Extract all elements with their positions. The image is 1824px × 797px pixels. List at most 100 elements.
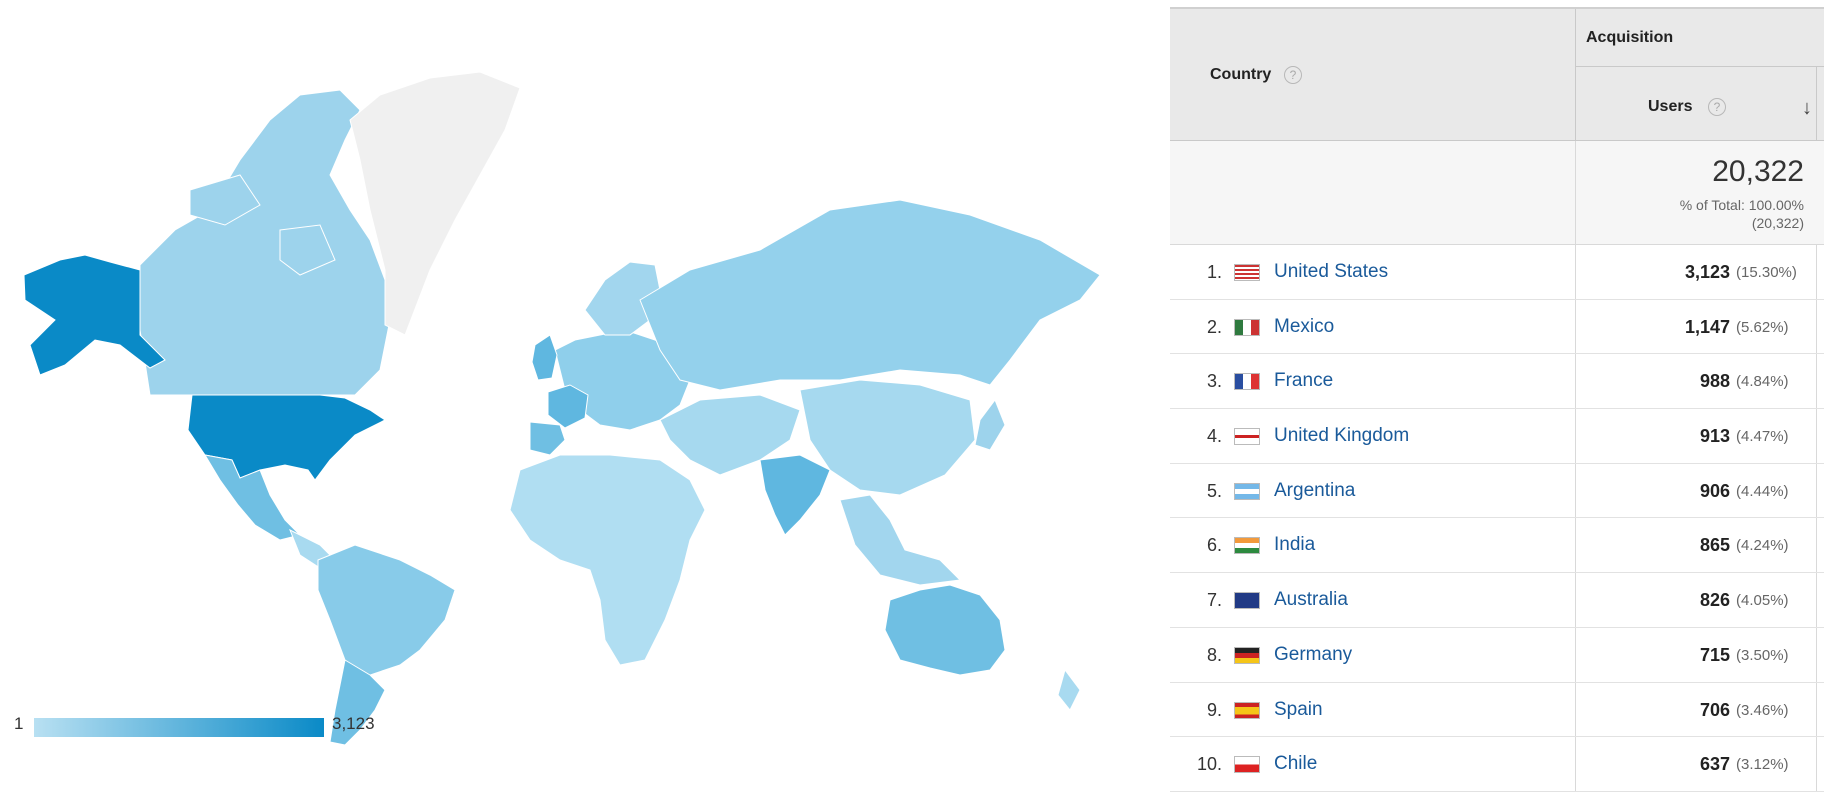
total-users-absolute: (20,322) [1751,215,1804,231]
map-region-spain[interactable] [529,421,566,456]
country-column-header[interactable]: Country ? [1170,9,1576,141]
map-region-united-kingdom[interactable] [531,334,558,381]
country-cell: 9. Spain [1170,682,1576,737]
flag-gb-icon [1234,428,1260,446]
users-value: 826 [1699,590,1730,611]
table-row: 4. United Kingdom 913 (4.47%) [1170,409,1824,464]
country-cell: 6. India [1170,518,1576,573]
country-help-icon[interactable]: ? [1284,66,1302,84]
row-rank: 3. [1206,371,1222,392]
country-table: Country ? Acquisition Users ? ↓ 20,322 %… [1170,7,1824,797]
world-map[interactable] [0,0,1120,797]
map-region-south-america[interactable] [317,544,456,691]
users-header-label: Users [1648,98,1693,115]
map-region-japan[interactable] [974,398,1006,451]
column-divider [1816,354,1817,409]
flag-ar-icon [1234,482,1260,500]
map-region-india[interactable] [759,454,831,536]
acquisition-group-header: Acquisition [1576,9,1824,67]
table-row: 2. Mexico 1,147 (5.62%) [1170,299,1824,355]
country-link[interactable]: Argentina [1274,480,1355,502]
column-divider [1816,682,1817,737]
map-region-australia[interactable] [884,584,1006,676]
geo-map-panel: 1 3,123 [0,0,1120,797]
row-rank: 2. [1206,316,1222,337]
country-link[interactable]: Australia [1274,589,1348,611]
row-rank: 1. [1206,262,1222,282]
map-region-canada[interactable] [139,89,391,396]
users-value: 865 [1699,535,1730,556]
table-body: 1. United States 3,123 (15.30%) 2. Mexic… [1170,245,1824,792]
table-row: 9. Spain 706 (3.46%) [1170,682,1824,738]
country-link[interactable]: United Kingdom [1274,425,1409,447]
country-cell: 2. Mexico [1170,299,1576,354]
column-divider [1816,627,1817,682]
users-percent: (3.12%) [1736,756,1789,774]
country-link[interactable]: Germany [1274,644,1352,666]
country-link[interactable]: Mexico [1274,316,1334,338]
users-percent: (4.84%) [1736,373,1789,391]
map-region-new-zealand[interactable] [1057,668,1081,711]
users-percent: (3.46%) [1736,701,1789,719]
map-region-africa[interactable] [509,454,706,666]
country-link[interactable]: India [1274,534,1315,556]
row-rank: 6. [1206,535,1222,556]
country-cell: 7. Australia [1170,573,1576,627]
table-header: Country ? Acquisition Users ? ↓ [1170,7,1824,141]
users-percent: (5.62%) [1736,318,1789,336]
row-rank: 4. [1206,426,1222,447]
table-row: 6. India 865 (4.24%) [1170,518,1824,574]
column-divider [1816,299,1817,354]
country-link[interactable]: Chile [1274,753,1317,775]
users-help-icon[interactable]: ? [1708,98,1726,116]
totals-label-cell [1170,141,1576,245]
users-percent: (4.47%) [1736,428,1789,446]
sort-descending-icon[interactable]: ↓ [1802,97,1812,120]
map-region-france[interactable] [547,384,589,429]
flag-es-icon [1234,701,1260,719]
total-users-value: 20,322 [1712,155,1804,188]
legend-gradient-bar [34,718,324,737]
row-rank: 7. [1206,590,1222,611]
country-cell: 10. Chile [1170,737,1576,791]
flag-mx-icon [1234,318,1260,336]
country-header-label: Country [1210,66,1272,83]
users-percent: (15.30%) [1736,264,1797,281]
country-cell: 1. United States [1170,245,1576,299]
row-rank: 5. [1206,480,1222,501]
country-cell: 5. Argentina [1170,463,1576,518]
country-link[interactable]: Spain [1274,699,1323,721]
table-row: 5. Argentina 906 (4.44%) [1170,463,1824,519]
table-row: 1. United States 3,123 (15.30%) [1170,245,1824,300]
users-percent: (3.50%) [1736,646,1789,664]
column-divider [1816,245,1817,299]
users-value: 3,123 [1684,262,1730,282]
table-row: 3. France 988 (4.84%) [1170,354,1824,410]
column-divider [1816,463,1817,518]
country-cell: 3. France [1170,354,1576,409]
country-cell: 4. United Kingdom [1170,409,1576,463]
country-link[interactable]: France [1274,370,1333,392]
column-divider [1816,518,1817,573]
map-region-russia[interactable] [639,199,1101,391]
users-column-header[interactable]: Users ? ↓ [1576,67,1824,141]
users-value: 988 [1699,371,1730,392]
column-divider [1816,67,1817,141]
flag-cl-icon [1234,756,1260,774]
row-rank: 9. [1206,699,1222,720]
row-rank: 10. [1196,754,1222,775]
map-region-southeast-asia[interactable] [839,494,962,586]
users-percent: (4.44%) [1736,482,1789,500]
table-row: 7. Australia 826 (4.05%) [1170,573,1824,628]
flag-in-icon [1234,537,1260,555]
table-row: 10. Chile 637 (3.12%) [1170,737,1824,792]
users-percent: (4.24%) [1736,537,1789,555]
users-value: 913 [1699,426,1730,447]
country-link[interactable]: United States [1274,261,1388,283]
users-value: 906 [1699,480,1730,501]
flag-us-icon [1234,264,1260,281]
legend-min-label: 1 [14,714,24,733]
row-rank: 8. [1206,644,1222,665]
totals-row: 20,322 % of Total: 100.00% (20,322) [1170,141,1824,245]
total-users-percent: % of Total: 100.00% [1679,197,1804,213]
